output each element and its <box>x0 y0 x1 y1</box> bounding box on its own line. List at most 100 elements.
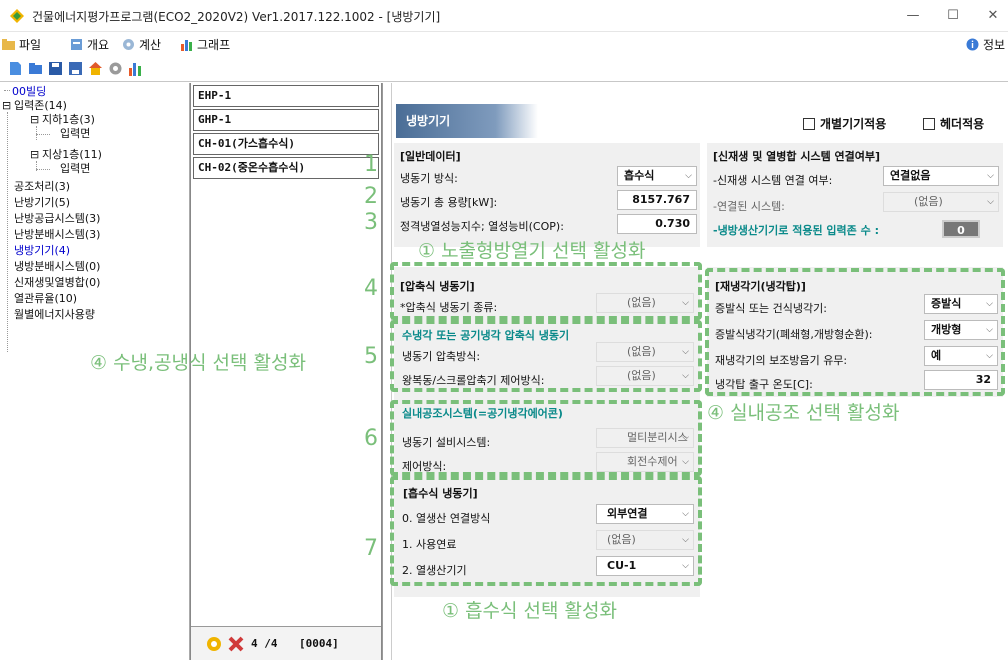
annotation-box-7 <box>390 476 702 586</box>
menu-bar: 파일 개요 계산 그래프 정보 <box>0 32 1008 56</box>
individual-checkbox-label: 개별기기적용 <box>820 117 887 131</box>
renewable-connect-label: -신재생 시스템 연결 여부: <box>713 174 833 187</box>
annotation-number: 3 <box>364 210 378 235</box>
annotation-water-air: ④ 수냉,공냉식 선택 활성화 <box>90 352 306 374</box>
tree-basement-1[interactable]: 지하1층(3) <box>42 113 95 126</box>
info-icon <box>966 38 979 51</box>
toolbar <box>0 56 1008 82</box>
home-icon[interactable] <box>88 61 103 76</box>
menu-file[interactable]: 파일 <box>2 36 41 53</box>
individual-checkbox[interactable]: 개별기기적용 <box>803 115 886 132</box>
annotation-box-tower <box>705 268 1005 396</box>
list-item[interactable]: CH-01(가스흡수식) <box>193 133 379 155</box>
list-footer: 4 /4 [0004] <box>191 626 381 660</box>
menu-calculate[interactable]: 계산 <box>122 36 161 53</box>
delete-icon[interactable] <box>227 635 245 653</box>
capacity-label: 냉동기 총 용량[kW]: <box>400 196 498 209</box>
menu-file-label: 파일 <box>19 38 42 52</box>
title-bar: 건물에너지평가프로그램(ECO2_2020V2) Ver1.2017.122.1… <box>0 0 1008 32</box>
menu-graph-label: 그래프 <box>197 38 231 52</box>
method-label: 냉동기 방식: <box>400 172 458 185</box>
section-header: 냉방기기 <box>396 104 538 138</box>
renewable-system-select[interactable]: (없음) ⌵ <box>883 192 999 212</box>
tree-basement-face[interactable]: 입력면 <box>60 127 90 140</box>
annotation-exposed: ① 노출형방열기 선택 활성화 <box>418 240 646 262</box>
annotation-box-4 <box>390 262 702 320</box>
add-icon[interactable] <box>205 635 223 653</box>
window-title: 건물에너지평가프로그램(ECO2_2020V2) Ver1.2017.122.1… <box>32 10 441 24</box>
tree-input-zone[interactable]: 입력존(14) <box>14 99 67 112</box>
list-item-selected[interactable]: CH-02(중온수흡수식) <box>193 157 379 179</box>
tree-expander-icon[interactable]: ⊟ <box>30 113 39 126</box>
menu-overview-label: 개요 <box>87 38 110 52</box>
open-folder-icon[interactable] <box>28 61 43 76</box>
record-code: [0004] <box>299 637 339 650</box>
annotation-number: 4 <box>364 276 378 301</box>
minimize-button[interactable]: — <box>898 6 928 26</box>
record-counter: 4 /4 <box>251 637 278 650</box>
renewable-system-label: -연결된 시스템: <box>713 200 785 213</box>
tree-ground-1[interactable]: 지상1층(11) <box>42 148 102 161</box>
close-button[interactable]: ✕ <box>978 6 1008 26</box>
annotation-number: 5 <box>364 344 378 369</box>
tree-item[interactable]: 신재생및열병합(0) <box>14 276 100 289</box>
chart-icon[interactable] <box>128 61 143 76</box>
annotation-number: 2 <box>364 184 378 209</box>
tree-expander-icon[interactable]: ⊟ <box>30 148 39 161</box>
header-checkbox[interactable]: 헤더적용 <box>923 115 984 132</box>
capacity-field[interactable]: 8157.767 <box>617 190 697 210</box>
menu-info-label: 정보 <box>983 38 1006 52</box>
menu-calculate-label: 계산 <box>139 38 162 52</box>
tree-item[interactable]: 난방기기(5) <box>14 196 70 209</box>
bar-chart-icon <box>181 40 192 51</box>
maximize-button[interactable]: ☐ <box>938 6 968 26</box>
tree-root[interactable]: 00빌딩 <box>12 85 46 98</box>
method-select[interactable]: 흡수식 ⌵ <box>617 166 697 186</box>
annotation-box-6 <box>390 400 702 476</box>
new-file-icon[interactable] <box>8 61 23 76</box>
menu-info[interactable]: 정보 <box>966 36 1005 53</box>
tree-item[interactable]: 난방분배시스템(3) <box>14 228 100 241</box>
renewable-system-value: (없음) <box>914 195 943 208</box>
list-item[interactable]: EHP-1 <box>193 85 379 107</box>
zones-count: 0 <box>942 220 980 238</box>
tree-item[interactable]: 열관류율(10) <box>14 292 77 305</box>
folder-icon <box>2 39 15 50</box>
tree-item[interactable]: 난방공급시스템(3) <box>14 212 100 225</box>
renewable-title: [신재생 및 열병합 시스템 연결여부] <box>713 150 881 163</box>
tree-item-selected[interactable]: 냉방기기(4) <box>14 244 70 257</box>
general-title: [일반데이터] <box>400 150 461 163</box>
annotation-box-5 <box>390 320 702 392</box>
gear-icon[interactable] <box>108 61 123 76</box>
checkbox-box[interactable] <box>923 117 935 130</box>
checkbox-box[interactable] <box>803 117 815 130</box>
annotation-number: 7 <box>364 536 378 561</box>
calculate-icon <box>123 39 134 50</box>
method-value: 흡수식 <box>624 169 655 182</box>
app-icon <box>10 9 24 23</box>
tree-ground-face[interactable]: 입력면 <box>60 162 90 175</box>
annotation-indoor: ④ 실내공조 선택 활성화 <box>707 402 900 424</box>
annotation-number: 1 <box>364 152 378 177</box>
tree-item[interactable]: 냉방분배시스템(0) <box>14 260 100 273</box>
renewable-connect-select[interactable]: 연결없음 ⌵ <box>883 166 999 186</box>
list-item[interactable]: GHP-1 <box>193 109 379 131</box>
chevron-down-icon: ⌵ <box>987 197 994 207</box>
overview-icon <box>71 39 82 50</box>
save-icon[interactable] <box>48 61 63 76</box>
menu-graph[interactable]: 그래프 <box>180 36 230 53</box>
tree-item[interactable]: 공조처리(3) <box>14 180 70 193</box>
annotation-number: 6 <box>364 426 378 451</box>
header-checkbox-label: 헤더적용 <box>940 117 985 131</box>
annotation-absorption: ① 흡수식 선택 활성화 <box>442 600 617 622</box>
cop-label: 정격냉열성능지수; 열성능비(COP): <box>400 220 564 233</box>
chevron-down-icon: ⌵ <box>685 171 692 181</box>
renewable-connect-value: 연결없음 <box>890 169 931 182</box>
chevron-down-icon: ⌵ <box>987 171 994 181</box>
tree-item[interactable]: 월별에너지사용량 <box>14 308 95 321</box>
tree-expander-icon[interactable]: ⊟ <box>2 99 11 112</box>
zones-label: -냉방생산기기로 적용된 입력존 수 : <box>713 224 879 237</box>
cop-field[interactable]: 0.730 <box>617 214 697 234</box>
save-as-icon[interactable] <box>68 61 83 76</box>
menu-overview[interactable]: 개요 <box>70 36 109 53</box>
